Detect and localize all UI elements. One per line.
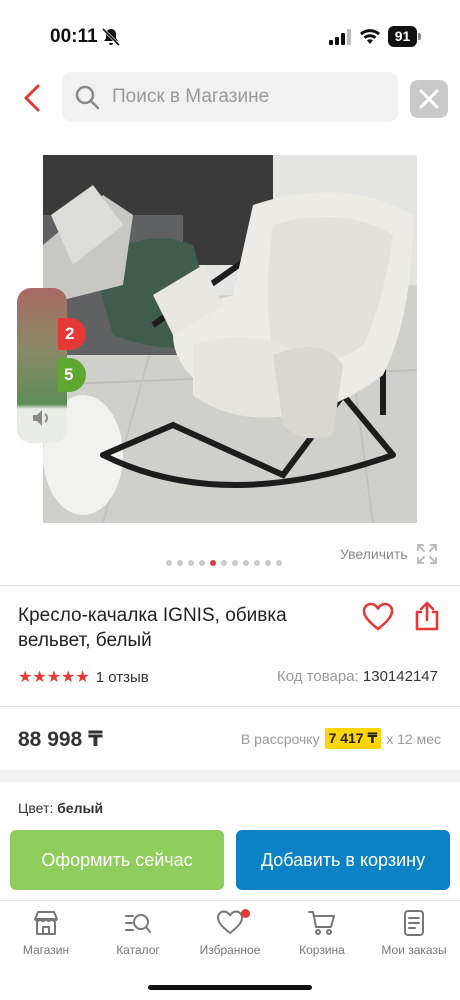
product-price: 88 998 ₸ — [18, 728, 103, 751]
tab-catalog[interactable]: Каталог — [92, 909, 184, 969]
tab-catalog-label: Каталог — [116, 943, 160, 957]
gallery-dot[interactable] — [210, 560, 216, 566]
cart-icon — [308, 911, 335, 935]
installment-amount: 7 417 ₸ — [324, 728, 382, 749]
store-icon — [34, 911, 58, 935]
divider — [0, 585, 460, 586]
gallery-dot[interactable] — [254, 560, 260, 566]
signal-icon — [329, 29, 351, 45]
gallery-dot[interactable] — [221, 560, 227, 566]
gallery-dot[interactable] — [188, 560, 194, 566]
product-code: Код товара: 130142147 — [277, 668, 438, 685]
gallery-pagination — [166, 560, 282, 568]
gallery-dot[interactable] — [276, 560, 282, 566]
rating-stars: ★★★★★ — [18, 669, 90, 686]
gallery-dot[interactable] — [199, 560, 205, 566]
gallery-dot[interactable] — [243, 560, 249, 566]
color-value: белый — [57, 800, 104, 816]
catalog-search-icon — [125, 914, 151, 933]
tab-orders-label: Мои заказы — [381, 943, 447, 957]
gallery-dot[interactable] — [166, 560, 172, 566]
favorites-notification-dot — [241, 909, 250, 918]
bottom-tab-bar: Магазин Каталог Избранное Корзина Мои за… — [0, 900, 460, 970]
installment-info[interactable]: В рассрочку 7 417 ₸ x 12 мес — [241, 728, 441, 749]
battery-tip — [418, 33, 421, 40]
tab-orders[interactable]: Мои заказы — [368, 909, 460, 969]
installment-label: В рассрочку — [240, 730, 320, 747]
installment-term: x 12 мес — [386, 730, 441, 747]
tab-favorites[interactable]: Избранное — [184, 909, 276, 969]
product-image[interactable] — [43, 155, 417, 523]
zoom-button[interactable]: Увеличить — [340, 543, 438, 565]
battery-level: 91 — [388, 26, 417, 47]
gallery-dot[interactable] — [232, 560, 238, 566]
back-arrow-icon[interactable] — [18, 82, 48, 114]
tab-cart[interactable]: Корзина — [276, 909, 368, 969]
search-input[interactable] — [112, 72, 382, 122]
clear-search-button[interactable] — [410, 80, 448, 118]
tab-store-label: Магазин — [22, 943, 70, 957]
search-icon — [75, 85, 100, 110]
search-bar[interactable] — [62, 72, 398, 122]
color-selector: Цвет: белый — [18, 800, 103, 816]
gallery-dot[interactable] — [265, 560, 271, 566]
section-divider — [0, 770, 460, 782]
product-code-value: 130142147 — [362, 668, 438, 685]
heart-icon — [217, 910, 243, 934]
rocking-chair-photo — [43, 155, 417, 523]
orders-icon — [404, 910, 424, 936]
gallery-dot[interactable] — [177, 560, 183, 566]
tab-cart-label: Корзина — [299, 943, 345, 957]
expand-icon — [416, 544, 437, 564]
zoom-label: Увеличить — [340, 546, 408, 562]
checkout-now-button[interactable]: Оформить сейчас — [10, 830, 224, 890]
bell-muted-icon — [101, 27, 121, 47]
home-indicator — [148, 985, 312, 990]
close-icon — [419, 89, 439, 109]
tab-favorites-label: Избранное — [199, 943, 261, 957]
reviews-count[interactable]: 1 отзыв — [96, 669, 149, 686]
rating-row[interactable]: ★★★★★ 1 отзыв — [18, 668, 149, 687]
status-time: 00:11 — [50, 26, 98, 47]
battery-indicator: 91 — [388, 26, 422, 47]
share-icon[interactable] — [413, 600, 441, 632]
product-title: Кресло-качалка IGNIS, обивка вельвет, бе… — [18, 605, 287, 651]
add-to-cart-button[interactable]: Добавить в корзину — [236, 830, 450, 890]
product-code-label: Код товара: — [277, 668, 359, 685]
search-header — [0, 72, 460, 124]
divider — [0, 706, 460, 707]
tab-store[interactable]: Магазин — [0, 909, 92, 969]
color-label: Цвет: — [18, 800, 54, 816]
speaker-icon — [33, 410, 48, 426]
wifi-icon — [360, 29, 380, 44]
status-bar: 00:11 91 — [0, 0, 460, 70]
favorite-heart-icon[interactable] — [362, 602, 394, 632]
